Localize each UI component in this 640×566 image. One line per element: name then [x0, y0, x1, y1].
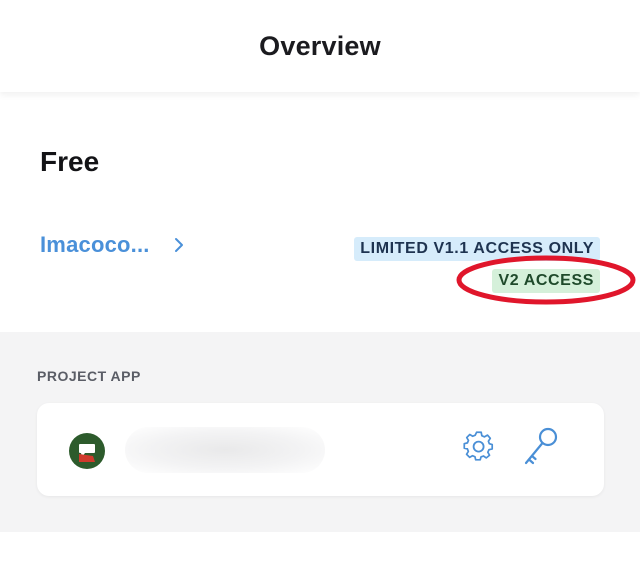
chevron-right-icon: [174, 237, 184, 253]
app-logo-icon: [79, 444, 95, 462]
gear-icon[interactable]: [461, 429, 497, 465]
project-app-section: PROJECT APP: [0, 332, 640, 532]
app-name-redacted: [125, 427, 325, 473]
top-header: Overview: [0, 0, 640, 92]
app-avatar: [69, 433, 105, 469]
bottom-spacer: [0, 532, 640, 566]
page-title: Overview: [259, 30, 381, 61]
account-name: Imacoco...: [40, 232, 150, 257]
key-icon[interactable]: [521, 425, 561, 469]
plan-title: Free: [40, 146, 100, 177]
project-app-card[interactable]: [37, 403, 604, 496]
account-link[interactable]: Imacoco...: [40, 232, 184, 258]
project-app-label: PROJECT APP: [37, 368, 141, 384]
v2-access-badge: V2 ACCESS: [492, 269, 600, 293]
limited-access-badge: LIMITED V1.1 ACCESS ONLY: [354, 237, 600, 261]
plan-section: Free Imacoco... LIMITED V1.1 ACCESS ONLY…: [0, 92, 640, 332]
